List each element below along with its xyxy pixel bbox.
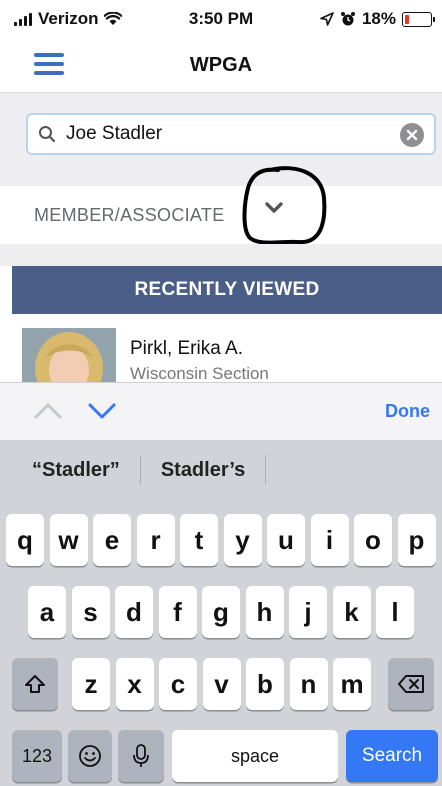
key-n[interactable]: n [289,658,328,710]
backspace-icon [398,675,424,693]
emoji-icon [79,745,101,767]
member-section: Wisconsin Section [130,364,269,382]
location-arrow-icon [320,12,334,26]
space-key[interactable]: space [172,730,338,782]
key-d[interactable]: d [115,586,153,638]
emoji-key[interactable] [68,730,112,782]
key-u[interactable]: u [267,514,305,566]
chevron-down-icon[interactable] [262,199,286,217]
predictive-bar: “Stadler” Stadler’s [0,440,442,500]
key-v[interactable]: v [202,658,241,710]
key-w[interactable]: w [49,514,88,566]
key-s[interactable]: s [71,586,110,638]
alarm-icon [340,12,355,26]
search-input[interactable] [66,121,406,147]
suggestion-divider [265,455,267,485]
search-key[interactable]: Search [346,730,438,782]
key-f[interactable]: f [158,586,197,638]
key-a[interactable]: a [28,586,66,638]
status-right-group: 18% [320,9,435,29]
microphone-icon [133,744,149,767]
page-title: WPGA [189,54,253,76]
recently-viewed-header: RECENTLY VIEWED [12,266,442,314]
dictation-key[interactable] [118,730,164,782]
key-j[interactable]: j [289,586,327,638]
key-l[interactable]: l [376,586,414,638]
member-name: Pirkl, Erika A. [130,338,243,359]
next-field-icon[interactable] [86,401,118,421]
suggestion-item[interactable]: Stadler’s [141,456,265,484]
search-field[interactable] [26,113,436,155]
status-bar: Verizon 3:50 PM 18% [0,0,442,36]
previous-field-icon[interactable] [32,401,64,421]
suggestion-item[interactable]: “Stadler” [0,456,140,484]
keyboard: “Stadler” Stadler’s qwertyuiop asdfghjkl z… [0,440,442,786]
shift-icon [25,675,45,693]
key-t[interactable]: t [180,514,218,566]
battery-icon [402,11,435,27]
key-h[interactable]: h [245,586,284,638]
filter-label: MEMBER/ASSOCIATE [34,205,225,225]
key-x[interactable]: x [115,658,154,710]
numbers-key[interactable]: 123 [12,730,62,782]
search-icon [39,126,56,143]
avatar [22,328,116,382]
done-button[interactable]: Done [385,401,430,422]
key-r[interactable]: r [136,514,175,566]
key-k[interactable]: k [332,586,371,638]
nav-bar: WPGA [0,36,442,92]
key-e[interactable]: e [93,514,131,566]
shift-key[interactable] [12,658,58,710]
key-g[interactable]: g [202,586,240,638]
key-b[interactable]: b [246,658,284,710]
member-type-filter[interactable]: MEMBER/ASSOCIATE [0,186,442,244]
key-z[interactable]: z [72,658,110,710]
key-o[interactable]: o [354,514,392,566]
list-item[interactable]: Pirkl, Erika A. Wisconsin Section [12,314,442,382]
key-c[interactable]: c [159,658,197,710]
search-area [0,92,442,186]
key-q[interactable]: q [6,514,44,566]
key-i[interactable]: i [310,514,349,566]
battery-percent: 18% [361,9,396,28]
battery-level [405,14,410,24]
key-p[interactable]: p [397,514,436,566]
gap-area [0,244,442,266]
keyboard-accessory-bar: Done [0,382,442,440]
key-m[interactable]: m [333,658,371,710]
clear-icon[interactable] [400,123,424,147]
key-y[interactable]: y [223,514,262,566]
backspace-key[interactable] [388,658,434,710]
